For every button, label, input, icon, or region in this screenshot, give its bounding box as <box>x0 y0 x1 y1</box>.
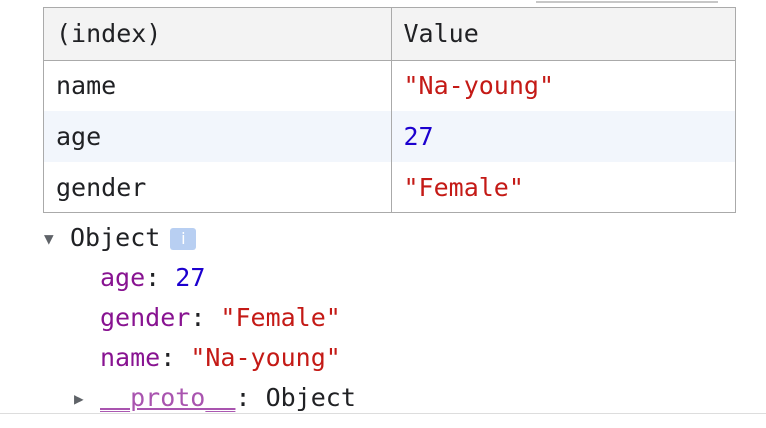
value-cell: "Female" <box>403 173 524 202</box>
property-row: gender: "Female" <box>44 298 744 338</box>
object-root-row[interactable]: ▼ Object i <box>44 218 744 258</box>
property-row: age: 27 <box>44 258 744 298</box>
property-separator: : <box>160 343 191 372</box>
index-cell: name <box>44 60 392 111</box>
index-cell: gender <box>44 162 392 213</box>
property-value: "Female" <box>220 303 341 332</box>
property-key: gender <box>100 303 191 332</box>
object-tree: ▼ Object i age: 27 gender: "Female" name: … <box>44 218 744 418</box>
console-data-table: (index) Value name "Na-young" age 27 gen… <box>44 8 735 213</box>
proto-value: Object <box>265 383 356 412</box>
console-table: (index) Value name "Na-young" age 27 gen… <box>43 7 736 213</box>
object-label: Object <box>70 223 161 252</box>
value-cell: "Na-young" <box>403 71 555 101</box>
property-value: "Na-young" <box>190 343 341 372</box>
index-cell: age <box>44 111 392 162</box>
console-bottom-divider <box>0 413 766 414</box>
table-header-row: (index) Value <box>44 8 735 61</box>
expand-caret-icon[interactable]: ▼ <box>44 219 70 259</box>
table-row: age 27 <box>44 111 735 162</box>
property-separator: : <box>190 303 221 332</box>
proto-separator: : <box>235 383 266 412</box>
proto-row[interactable]: ▶ __proto__: Object <box>44 378 744 418</box>
column-header-value[interactable]: Value <box>391 8 735 61</box>
table-row: gender "Female" <box>44 162 735 213</box>
property-separator: : <box>145 263 176 292</box>
proto-key: __proto__ <box>100 383 236 412</box>
property-key: age <box>100 263 146 292</box>
value-cell: 27 <box>391 111 735 162</box>
property-row: name: "Na-young" <box>44 338 744 378</box>
table-row: name "Na-young" <box>44 60 735 111</box>
info-icon[interactable]: i <box>170 228 197 250</box>
top-strip-divider <box>536 0 718 3</box>
property-value: 27 <box>175 263 206 292</box>
column-header-index[interactable]: (index) <box>44 8 392 61</box>
property-key: name <box>100 343 161 372</box>
